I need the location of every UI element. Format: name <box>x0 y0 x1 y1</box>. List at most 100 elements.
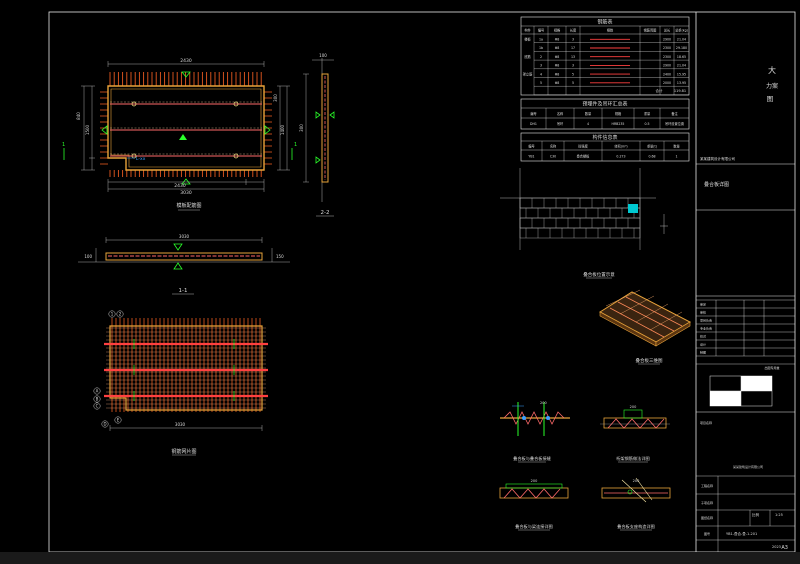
axis-mark-d: D <box>103 422 106 427</box>
table-rebar-cell: 2000 <box>663 81 671 85</box>
title-block-field: 项目负责 <box>700 318 712 323</box>
table-rebar-cell: 1b <box>539 46 543 50</box>
table-embedded-title: 预埋件及吊环汇总表 <box>582 101 627 108</box>
detail-2: 200 桁架钢筋做法详图 <box>600 405 670 463</box>
title-block-field: 审定 <box>700 302 706 307</box>
axis-mark-a: A <box>96 389 99 394</box>
table-component-header: 重量(t) <box>647 144 657 149</box>
detail-4-dim: 200 <box>633 479 640 483</box>
table-rebar-cell: Φ8 <box>555 72 560 76</box>
table-embedded-header: 规格 <box>615 111 622 116</box>
table-embedded-header: 重量 <box>644 111 651 116</box>
taskbar <box>0 552 800 564</box>
title-block-row-label: 子项名称 <box>701 500 713 505</box>
title-block: 大 力案 图 某某建筑设计有限公司 叠合板详图 审定审核项目负责专业负责校对设计… <box>696 65 795 552</box>
axis-mark-c: C <box>96 404 99 409</box>
dim-left-2: 1500 <box>85 124 90 135</box>
arrow-icon <box>179 134 187 140</box>
axis-mark-1: 1 <box>111 312 114 317</box>
table-component-header: 编号 <box>528 144 534 149</box>
rebar-mesh <box>106 318 266 412</box>
table-rebar-cell: 21.04 <box>677 64 686 68</box>
title-block-row-label: 图号 <box>704 531 710 536</box>
drawing-number: YB1-叠合-叠-1-201 <box>726 531 757 536</box>
table-rebar-cell: 2900 <box>663 38 671 42</box>
table-rebar-header: 编号 <box>538 28 544 33</box>
dim-top: 2430 <box>180 58 192 64</box>
table-embedded-header: 名称 <box>557 111 564 116</box>
table-rebar-header: 总重(kg) <box>675 28 688 33</box>
scale-value: 1:25 <box>775 513 783 517</box>
title-block-field: 设计 <box>700 342 706 347</box>
table-component-cell: 1 <box>675 155 677 159</box>
table-embedded-cell: 吊环 <box>557 122 563 126</box>
detail-3-dim: 200 <box>531 479 538 483</box>
table-rebar-cell: 13 <box>571 55 575 59</box>
detail-3-caption: 叠合板与梁连接详图 <box>515 523 553 530</box>
table-rebar-cell: 17 <box>571 46 575 50</box>
table-rebar-cell: 13.95 <box>677 81 686 85</box>
table-rebar-cell: 1a <box>539 38 543 42</box>
table-rebar-cell: Φ8 <box>555 81 560 85</box>
table-component-header: 名称 <box>550 144 557 149</box>
table-embedded-cell: 0.5 <box>644 122 649 126</box>
table-rebar-cell: 2300 <box>663 46 671 50</box>
section-1-dim-3: 150 <box>276 254 284 259</box>
table-rebar-header: 钢筋简图 <box>644 28 657 33</box>
table-component-cell: YB1 <box>528 155 534 159</box>
table-rebar-title: 钢筋表 <box>597 19 612 26</box>
table-component-header: 砼强度 <box>578 144 588 149</box>
plan-top-caption: 模板配筋图 <box>176 202 201 209</box>
plan-bottom-dim: 3030 <box>175 422 186 427</box>
table-component-cell: 0.273 <box>616 155 625 159</box>
highlight-block <box>628 204 638 213</box>
title-block-field: 审核 <box>700 310 706 315</box>
detail-2-caption: 桁架钢筋做法详图 <box>616 455 650 462</box>
table-rebar-cell: 18.65 <box>677 55 686 59</box>
plan-bottom-caption: 钢筋网片图 <box>171 448 196 455</box>
table-rebar-cell: 楼板 <box>524 37 531 42</box>
table-rebar-total-label: 合计 <box>656 88 664 93</box>
table-rebar-header: 构件 <box>524 28 531 33</box>
table-rebar-cell: 29.180 <box>676 46 687 50</box>
dim-bottom-2: 3030 <box>180 190 192 196</box>
section-mark-left: 1 <box>62 142 65 148</box>
table-rebar-header: 总长 <box>664 28 671 33</box>
detail-3: 200 叠合板与梁连接详图 <box>499 479 569 531</box>
title-block-field: 专业负责 <box>700 326 712 331</box>
table-rebar-cell: 3 <box>572 38 574 42</box>
stamp-box <box>709 375 773 407</box>
title-block-field: 校对 <box>700 334 706 339</box>
section-1-caption: 1-1 <box>179 288 188 294</box>
dim-right-1: 300 <box>273 94 278 102</box>
section-2-dim-2: 300 <box>299 124 304 132</box>
table-rebar-cell: 21.04 <box>677 38 686 42</box>
cad-drawing-canvas: A3 1 1 2430 2430 3030 840 1500 300 1400 … <box>48 11 796 553</box>
title-block-row-label: 工程名称 <box>701 483 713 488</box>
table-component-cell: 0.68 <box>648 155 655 159</box>
table-embedded: 预埋件及吊环汇总表 编号 名称 数量 规格 重量 备注 DH1 吊环 4 HRB235 0.5 吊环设… <box>520 98 690 130</box>
table-rebar-cell: Φ8 <box>555 55 560 59</box>
detail-2-dim: 200 <box>630 405 637 409</box>
table-embedded-cell: 吊环设置位置 <box>665 121 684 126</box>
stamp-label: 出图专用章 <box>764 365 779 370</box>
table-rebar-cell: Φ8 <box>555 64 560 68</box>
table-component-title: 构件信息表 <box>592 134 617 141</box>
table-rebar-cell: 15.95 <box>677 72 686 76</box>
elevation-caption: 叠合板位置示意 <box>583 271 615 278</box>
rebar-note: L-xx <box>136 156 146 162</box>
sheet-size-label: A3 <box>781 545 788 551</box>
drawing-title: 叠合板详图 <box>704 181 729 188</box>
table-rebar-cell: 2400 <box>663 72 671 76</box>
table-rebar-cell: Φ8 <box>555 46 560 50</box>
table-embedded-cell: HRB235 <box>612 122 625 126</box>
detail-1-caption: 叠合板与叠合板接缝 <box>513 455 552 462</box>
table-rebar-header: 根数 <box>607 28 614 33</box>
project-label: 项目名称 <box>700 420 712 425</box>
table-embedded-header: 数量 <box>585 111 592 116</box>
axis-mark-e: E <box>117 418 120 423</box>
elevation: 叠合板位置示意 <box>500 168 668 279</box>
table-component-header: 数量 <box>673 144 680 149</box>
dim-bottom-1: 2430 <box>174 183 186 189</box>
axis-mark-b: B <box>96 397 99 402</box>
